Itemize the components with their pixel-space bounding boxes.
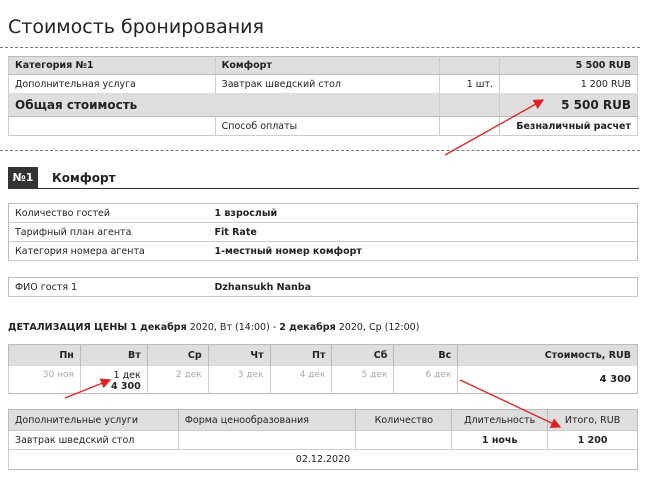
- service-row: Дополнительная услуга Завтрак шведский с…: [8, 74, 638, 94]
- day-header: Ср: [146, 344, 209, 366]
- day-header: Пн: [8, 344, 81, 366]
- day-cell-active: 1 дек 4 300: [79, 365, 148, 394]
- page-title: Стоимость бронирования: [8, 16, 264, 38]
- category-row: Категория №1 Комфорт 5 500 RUB: [8, 56, 638, 75]
- info-value: Fit Rate: [208, 222, 638, 242]
- detail-sep: -: [269, 322, 280, 333]
- info-row: Категория номера агента 1-местный номер …: [8, 241, 638, 261]
- extras-pricing: [177, 430, 356, 450]
- info-key: Категория номера агента: [8, 241, 209, 261]
- extras-header: Итого, RUB: [547, 409, 638, 431]
- payment-row: Способ оплаты Безналичный расчет: [8, 116, 638, 136]
- room-info-table: Количество гостей 1 взрослый Тарифный пл…: [8, 203, 638, 261]
- category-price: 5 500 RUB: [499, 56, 638, 75]
- day-header: Пт: [269, 344, 332, 366]
- detail-from-date: 1 декабря: [130, 322, 187, 333]
- price-detail-title: ДЕТАЛИЗАЦИЯ ЦЕНЫ 1 декабря 2020, Вт (14:…: [8, 322, 419, 333]
- extras-qty: [355, 430, 452, 450]
- booking-cost-page: Стоимость бронирования Категория №1 Комф…: [0, 0, 647, 486]
- category-value: Комфорт: [214, 56, 441, 75]
- day-cell: 2 дек: [146, 365, 209, 394]
- detail-from-rest: 2020, Вт (14:00): [189, 322, 270, 333]
- guest-name: Dzhansukh Nanba: [208, 277, 638, 297]
- room-header: №1 Комфорт: [8, 167, 639, 189]
- payment-value: Безналичный расчет: [499, 116, 638, 136]
- day-cell: 30 ноя: [8, 365, 81, 394]
- total-value: 5 500 RUB: [499, 93, 638, 117]
- payment-label: Способ оплаты: [214, 116, 441, 136]
- service-qty: 1 шт.: [439, 74, 501, 94]
- day-cell: 4 дек: [269, 365, 332, 394]
- extras-total: 1 200: [547, 430, 638, 450]
- info-row: Тарифный план агента Fit Rate: [8, 222, 638, 242]
- extras-header: Количество: [355, 409, 452, 431]
- guest-row: ФИО гостя 1 Dzhansukh Nanba: [8, 277, 638, 297]
- extras-service-name: Завтрак шведский стол: [8, 430, 179, 450]
- guest-table: ФИО гостя 1 Dzhansukh Nanba: [8, 277, 638, 297]
- detail-label: ДЕТАЛИЗАЦИЯ ЦЕНЫ: [8, 322, 128, 333]
- divider: [0, 150, 640, 151]
- service-price: 1 200 RUB: [499, 74, 638, 94]
- days-header-row: Пн Вт Ср Чт Пт Сб Вс Стоимость, RUB: [8, 344, 638, 366]
- service-label: Дополнительная услуга: [8, 74, 216, 94]
- extras-row: Завтрак шведский стол 1 ночь 1 200: [8, 430, 638, 450]
- detail-to-date: 2 декабря: [279, 322, 336, 333]
- service-name: Завтрак шведский стол: [214, 74, 441, 94]
- daily-price-table: Пн Вт Ср Чт Пт Сб Вс Стоимость, RUB 30 н…: [8, 344, 638, 394]
- category-label: Категория №1: [8, 56, 216, 75]
- days-total: 4 300: [457, 365, 638, 394]
- divider: [0, 47, 640, 48]
- day-header: Сб: [331, 344, 394, 366]
- extras-header: Дополнительные услуги: [8, 409, 179, 431]
- room-name: Комфорт: [52, 171, 116, 185]
- info-key: Тарифный план агента: [8, 222, 209, 242]
- cost-header: Стоимость, RUB: [457, 344, 638, 366]
- detail-to-rest: 2020, Ср (12:00): [338, 322, 420, 333]
- day-cell: 5 дек: [331, 365, 394, 394]
- extras-header: Форма ценообразования: [177, 409, 356, 431]
- info-value: 1 взрослый: [208, 203, 638, 223]
- day-cell: 3 дек: [207, 365, 271, 394]
- extras-duration: 1 ночь: [451, 430, 548, 450]
- day-header: Вт: [79, 344, 148, 366]
- guest-key: ФИО гостя 1: [8, 277, 209, 297]
- cost-summary-table: Категория №1 Комфорт 5 500 RUB Дополните…: [7, 56, 638, 136]
- day-header: Чт: [207, 344, 271, 366]
- info-value: 1-местный номер комфорт: [208, 241, 638, 261]
- total-label: Общая стоимость: [7, 93, 441, 117]
- day-header: Вс: [393, 344, 458, 366]
- info-key: Количество гостей: [8, 203, 209, 223]
- day-cell: 6 дек: [393, 365, 458, 394]
- active-day-price: 4 300: [111, 380, 141, 392]
- active-day-date: 1 дек: [113, 369, 141, 381]
- extras-table: Дополнительные услуги Форма ценообразова…: [8, 409, 638, 470]
- extras-header: Длительность: [451, 409, 548, 431]
- room-number-badge: №1: [8, 167, 38, 188]
- info-row: Количество гостей 1 взрослый: [8, 203, 638, 223]
- extras-date: 02.12.2020: [8, 449, 638, 470]
- days-row: 30 ноя 1 дек 4 300 2 дек 3 дек 4 дек 5 д…: [8, 365, 638, 394]
- extras-date-row: 02.12.2020: [8, 449, 638, 470]
- total-row: Общая стоимость 5 500 RUB: [7, 93, 638, 117]
- extras-header-row: Дополнительные услуги Форма ценообразова…: [8, 409, 638, 431]
